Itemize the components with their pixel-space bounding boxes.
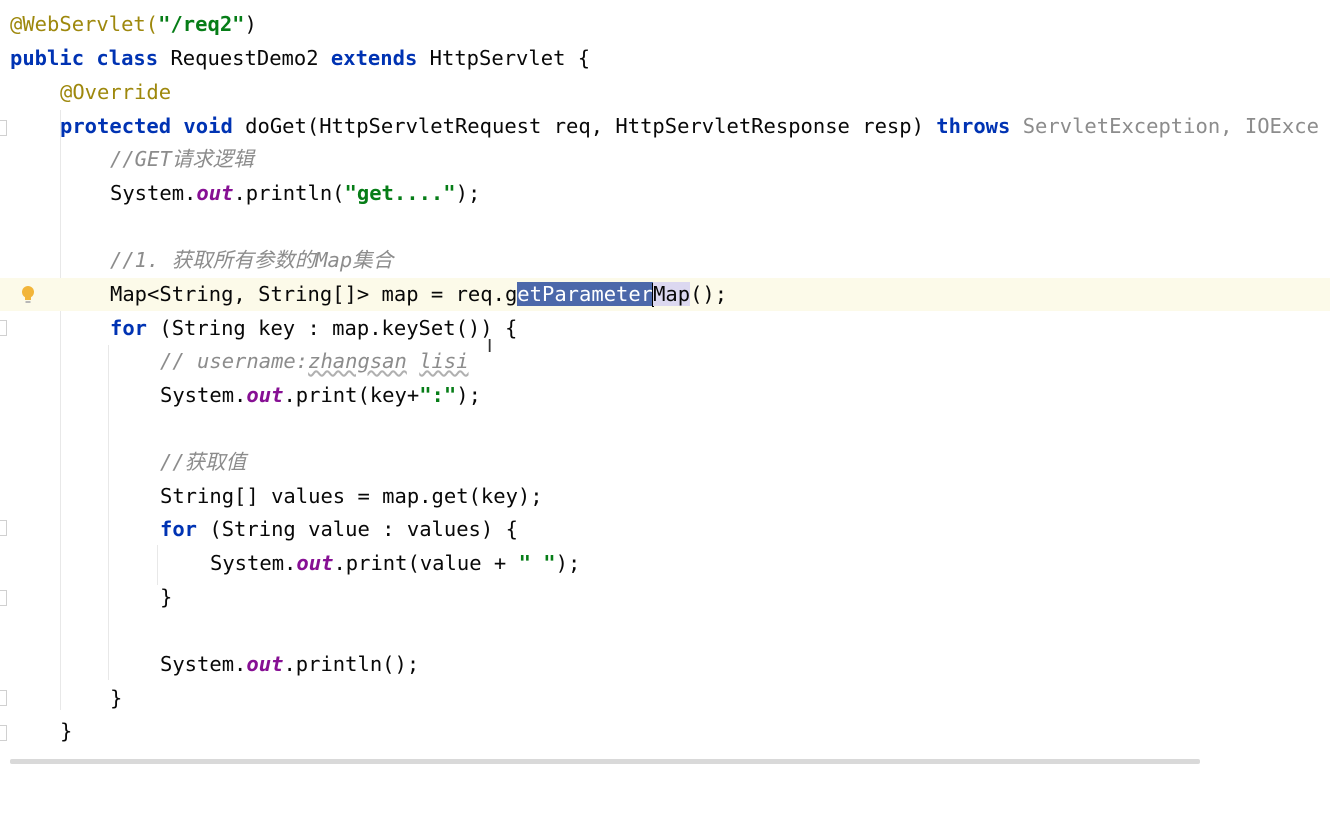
code-text: System. xyxy=(160,383,247,407)
code-text: .print(value + xyxy=(333,551,519,575)
keyword: throws xyxy=(936,114,1011,138)
selected-text: etParameter xyxy=(517,282,654,306)
code-line-12[interactable]: System.out.print(key+":"); xyxy=(0,379,1330,412)
field: out xyxy=(296,551,334,575)
code-text: .println( xyxy=(233,181,345,205)
field: out xyxy=(246,652,284,676)
comment: //1. 获取所有参数的Map集合 xyxy=(110,248,394,272)
code-line-2[interactable]: public class RequestDemo2 extends HttpSe… xyxy=(0,42,1330,75)
code-line-6[interactable]: System.out.println("get...."); xyxy=(0,177,1330,210)
code-line-14[interactable]: //获取值 xyxy=(0,446,1330,479)
code-line-10[interactable]: for (String key : map.keySet()) { xyxy=(0,312,1330,345)
keyword: protected void xyxy=(60,114,233,138)
code-text: (); xyxy=(690,282,728,306)
keyword: for xyxy=(110,316,148,340)
code-text: ) xyxy=(244,12,257,36)
code-line-9[interactable]: Map<String, String[]> map = req.getParam… xyxy=(0,278,1330,311)
code-text: String[] values = map.get(key); xyxy=(160,484,543,508)
code-line-18[interactable]: } xyxy=(0,581,1330,614)
comment: // username: xyxy=(160,349,309,373)
code-line-1[interactable]: @WebServlet("/req2") xyxy=(0,8,1330,41)
code-text: .print(key+ xyxy=(283,383,420,407)
string-literal: "/req2" xyxy=(158,12,245,36)
code-text: System. xyxy=(160,652,247,676)
code-text: System. xyxy=(210,551,297,575)
code-text: .println(); xyxy=(283,652,420,676)
code-text: Map xyxy=(653,282,691,306)
annotation: @Override xyxy=(60,80,172,104)
text-cursor-icon: I xyxy=(487,336,493,357)
code-text: Map<String, String[]> map = req.g xyxy=(110,282,518,306)
code-text: ); xyxy=(455,181,481,205)
code-text: doGet(HttpServletRequest req, HttpServle… xyxy=(232,114,937,138)
code-text: System. xyxy=(110,181,197,205)
comment: zhangsan xyxy=(308,349,407,373)
code-text: ); xyxy=(456,383,481,407)
code-line-16[interactable]: for (String value : values) { xyxy=(0,513,1330,546)
code-line-3[interactable]: @Override xyxy=(0,76,1330,109)
field: out xyxy=(246,383,284,407)
comment: //GET请求逻辑 xyxy=(110,147,254,171)
code-line-17[interactable]: System.out.print(value + " "); xyxy=(0,547,1330,580)
code-text: } xyxy=(160,585,173,609)
code-line-11[interactable]: // username:zhangsan lisi xyxy=(0,345,1330,378)
keyword: public class xyxy=(10,46,159,70)
keyword: extends xyxy=(330,46,418,70)
annotation: @WebServlet( xyxy=(10,12,159,36)
keyword: for xyxy=(160,517,198,541)
code-line-4[interactable]: protected void doGet(HttpServletRequest … xyxy=(0,110,1330,143)
code-line-5[interactable]: //GET请求逻辑 xyxy=(0,143,1330,176)
string-literal: " " xyxy=(518,551,556,575)
code-text: (String key : map.keySet()) { xyxy=(147,316,518,340)
code-text: } xyxy=(60,719,73,743)
code-line-22[interactable]: } xyxy=(0,715,1330,748)
comment: //获取值 xyxy=(160,450,247,474)
code-text: RequestDemo2 xyxy=(158,46,331,70)
code-line-21[interactable]: } xyxy=(0,682,1330,715)
string-literal: "get...." xyxy=(344,181,456,205)
comment: lisi xyxy=(419,349,469,373)
lightbulb-icon[interactable] xyxy=(20,285,36,305)
code-editor[interactable]: @WebServlet("/req2") public class Reques… xyxy=(0,0,1330,764)
horizontal-scrollbar[interactable] xyxy=(10,759,1200,764)
code-line-15[interactable]: String[] values = map.get(key); xyxy=(0,480,1330,513)
code-text: (String value : values) { xyxy=(197,517,518,541)
field: out xyxy=(196,181,234,205)
code-line-20[interactable]: System.out.println(); xyxy=(0,648,1330,681)
code-text: ServletException, IOExce xyxy=(1010,114,1319,138)
string-literal: ":" xyxy=(419,383,457,407)
code-text: HttpServlet { xyxy=(417,46,591,70)
code-text: } xyxy=(110,686,123,710)
code-line-8[interactable]: //1. 获取所有参数的Map集合 xyxy=(0,244,1330,277)
comment xyxy=(407,349,419,373)
code-text: ); xyxy=(555,551,581,575)
